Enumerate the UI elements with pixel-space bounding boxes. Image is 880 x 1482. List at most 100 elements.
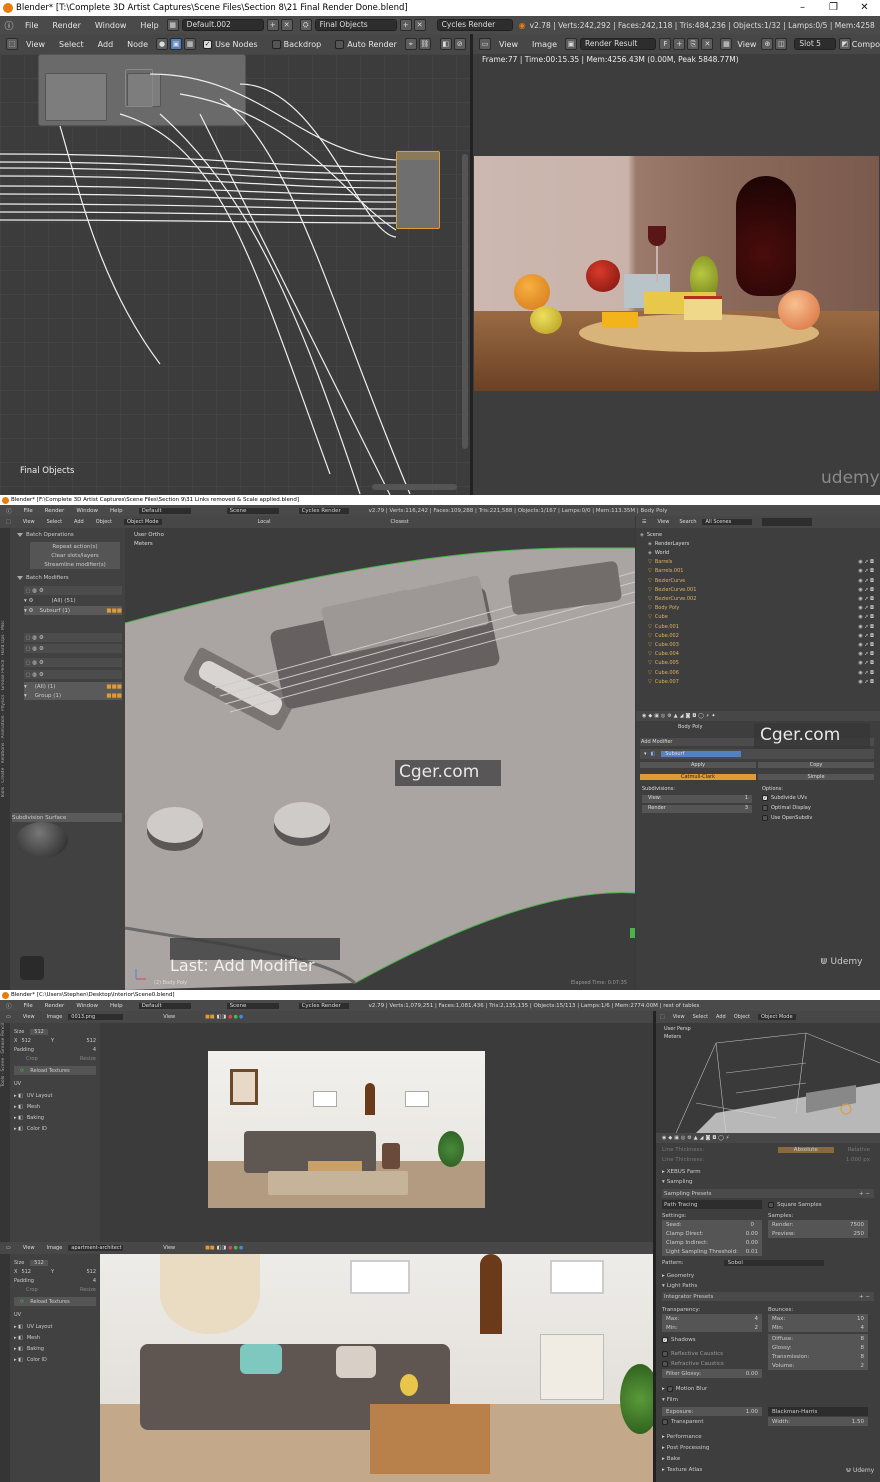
visibility-toggles-icon[interactable]: ◉ ➚ ◘ — [858, 587, 874, 593]
vp-menu-object[interactable]: Object — [734, 1014, 750, 1020]
pivot-icon[interactable]: ⊕ — [761, 38, 774, 50]
viewport-type-icon[interactable]: ⬚ — [660, 1014, 665, 1020]
line-thickness-row[interactable]: Line Thickness: Absolute Relative — [662, 1145, 874, 1154]
menu-file[interactable]: File — [25, 21, 38, 30]
info-editor-icon[interactable]: ⓘ — [6, 507, 12, 515]
display-channels-icon[interactable]: ◩ — [838, 38, 851, 50]
path-tracing-select[interactable]: Path Tracing — [662, 1200, 762, 1209]
vp-menu-select[interactable]: Select — [693, 1014, 708, 1020]
3d-viewport[interactable]: User Ortho Meters Cger.com Last: Add Mod… — [125, 528, 635, 990]
view-menu-select[interactable]: Select — [47, 519, 62, 525]
opensubdiv-option[interactable]: Use OpenSubdiv — [762, 815, 812, 821]
image-menu-view[interactable]: View — [23, 1245, 35, 1251]
motion-blur-checkbox[interactable] — [666, 1385, 673, 1392]
visibility-toggles-icon[interactable]: ◉ ➚ ◘ — [858, 596, 874, 602]
color-id-row[interactable]: ▸ ◧ Color ID — [14, 1124, 47, 1133]
light-threshold-field[interactable]: Light Sampling Threshold: 0.01 — [662, 1247, 762, 1256]
menu-window[interactable]: Window — [95, 21, 127, 30]
slot-select[interactable]: Slot 5 — [794, 38, 836, 50]
mesh-row[interactable]: ▸ ◧ Mesh — [14, 1102, 40, 1111]
outliner-item[interactable]: ◈ RenderLayers — [636, 539, 880, 548]
outliner-item[interactable]: ◈ World — [636, 548, 880, 557]
preview-samples-field[interactable]: Preview: 250 — [768, 1229, 868, 1238]
render-samples-field[interactable]: Render: 7500 — [768, 1220, 868, 1229]
sampling-presets[interactable]: Sampling Presets + − — [662, 1189, 874, 1198]
tab-animation[interactable]: Animation — [1, 715, 6, 738]
menu-render[interactable]: Render — [45, 508, 65, 514]
sync-icon[interactable]: ◫ — [775, 38, 788, 50]
node-menu-view[interactable]: View — [26, 40, 45, 49]
tab-tools[interactable]: Tools — [1, 1076, 6, 1087]
outliner-item[interactable]: ▽ Cube.003 ◉ ➚ ◘ — [636, 640, 880, 649]
modifier-tools-row-5[interactable]: ◌ ◍ ⚙ — [24, 670, 122, 679]
outliner-item[interactable]: ▽ Cube.002 ◉ ➚ ◘ — [636, 631, 880, 640]
visibility-toggles-icon[interactable]: ◉ ➚ ◘ — [858, 568, 874, 574]
tab-misc[interactable]: Misc — [1, 620, 6, 630]
reload-textures-button[interactable]: ⟳ Reload Textures — [14, 1297, 96, 1306]
image-menu-image[interactable]: Image — [532, 40, 557, 49]
menu-help[interactable]: Help — [110, 1003, 123, 1009]
outliner-search-field[interactable] — [761, 518, 812, 526]
node-menu-select[interactable]: Select — [59, 40, 84, 49]
shadows-checkbox[interactable]: ✓ — [662, 1336, 668, 1343]
tab-labels[interactable]: Tools · Scene · Grease Pencil — [1, 1023, 6, 1087]
fake-user-button[interactable]: F — [659, 38, 672, 50]
image-view-select[interactable]: View — [163, 1245, 175, 1251]
tab-physics[interactable]: Physics — [1, 694, 6, 711]
refl-caustics-option[interactable]: Reflective Caustics — [662, 1349, 723, 1358]
window-titlebar[interactable]: Blender* [F:\Complete 3D Artist Captures… — [0, 495, 880, 505]
film-panel[interactable]: ▾ Film — [662, 1395, 678, 1404]
bounces-max-field[interactable]: Max: 10 — [768, 1314, 868, 1323]
motion-blur-panel[interactable]: ▸ Motion Blur — [662, 1384, 707, 1393]
render-levels-field[interactable]: Render 3 — [642, 805, 752, 813]
square-samples-checkbox[interactable] — [768, 1201, 774, 1208]
transparent-option[interactable]: Transparent — [662, 1417, 704, 1426]
texture-nodes-icon[interactable]: ▦ — [184, 38, 197, 50]
image-view-select[interactable]: View — [163, 1014, 175, 1020]
baking-row[interactable]: ▸ ◧ Baking — [14, 1344, 44, 1353]
transparency-min-field[interactable]: Min: 2 — [662, 1323, 762, 1332]
vp-menu-add[interactable]: Add — [716, 1014, 726, 1020]
tab-relations[interactable]: Relations — [1, 743, 6, 764]
unlink-image-button[interactable]: ✕ — [701, 38, 714, 50]
use-nodes-checkbox[interactable]: ✓ — [203, 39, 213, 49]
mode-select[interactable]: Object Mode — [124, 519, 162, 525]
menu-render[interactable]: Render — [45, 1003, 65, 1009]
modifier-name-field[interactable]: Subsurf — [661, 751, 742, 757]
post-processing-panel[interactable]: ▸ Post Processing — [662, 1443, 709, 1452]
node-editor-canvas[interactable]: Final Objects — [0, 54, 470, 495]
transparency-max-field[interactable]: Max: 4 — [662, 1314, 762, 1323]
filter-width-field[interactable]: Width: 1.50 — [768, 1417, 868, 1426]
add-scene-button[interactable]: + — [399, 19, 412, 31]
seed-field[interactable]: Seed: 0 — [662, 1220, 762, 1229]
integrator-presets[interactable]: Integrator Presets + − — [662, 1292, 874, 1301]
image-editor-canvas[interactable]: Frame:77 | Time:00:15.35 | Mem:4256.43M … — [473, 54, 880, 495]
image-menu-view[interactable]: View — [499, 40, 518, 49]
menu-window[interactable]: Window — [76, 1003, 98, 1009]
modifier-tools-row-4[interactable]: ◌ ◍ ⚙ — [24, 658, 122, 667]
image-name-field[interactable]: 0013.png — [68, 1014, 124, 1020]
outliner-type-icon[interactable]: ☰ — [642, 519, 646, 525]
pattern-select[interactable]: Sobol — [723, 1259, 824, 1266]
minimize-button[interactable]: – — [787, 0, 818, 16]
visibility-toggles-icon[interactable]: ◉ ➚ ◘ — [858, 559, 874, 565]
uv-layout-row[interactable]: ▸ ◧ UV Layout — [14, 1322, 53, 1331]
render-engine-select[interactable]: Cycles Render — [298, 1002, 349, 1009]
image-menu-image[interactable]: Image — [47, 1245, 63, 1251]
image-browse-icon[interactable]: ▣ — [565, 38, 578, 50]
window-titlebar[interactable]: Blender* [C:\Users\Stephen\Desktop\Inter… — [0, 990, 880, 1000]
node-horizontal-scrollbar[interactable] — [372, 484, 457, 490]
image-editor-type-icon[interactable]: ▭ — [6, 1245, 11, 1251]
outliner-item[interactable]: ▽ BezierCurve.001 ◉ ➚ ◘ — [636, 585, 880, 594]
image-editor-type-icon[interactable]: ▭ — [479, 38, 491, 50]
open-image-button[interactable]: ⎘ — [687, 38, 700, 50]
info-editor-icon[interactable]: ⓘ — [0, 19, 18, 32]
crop-resize-row[interactable]: Crop Resize — [26, 1285, 96, 1294]
menu-window[interactable]: Window — [76, 508, 98, 514]
outliner-item[interactable]: ▽ BezierCurve ◉ ➚ ◘ — [636, 576, 880, 585]
remove-scene-button[interactable]: ✕ — [413, 19, 426, 31]
view-menu-object[interactable]: Object — [96, 519, 112, 525]
xebus-panel[interactable]: ▸ XEBUS Farm — [662, 1167, 701, 1176]
geometry-panel[interactable]: ▸ Geometry — [662, 1271, 694, 1280]
catmull-clark-button[interactable]: Catmull-Clark — [640, 774, 756, 780]
